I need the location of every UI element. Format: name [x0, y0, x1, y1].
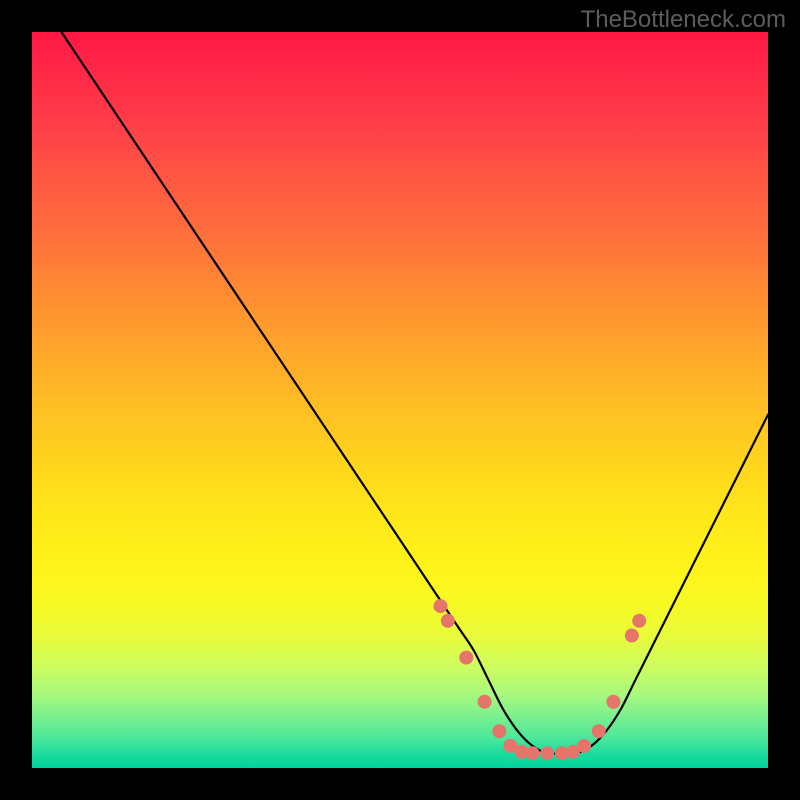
threshold-point [478, 695, 492, 709]
threshold-markers [433, 599, 646, 760]
threshold-point [625, 629, 639, 643]
threshold-point [540, 746, 554, 760]
threshold-point [577, 739, 591, 753]
threshold-point [492, 724, 506, 738]
plot-area [32, 32, 768, 768]
threshold-point [441, 614, 455, 628]
threshold-point [459, 651, 473, 665]
threshold-point [525, 746, 539, 760]
curve-layer [32, 32, 768, 768]
threshold-point [433, 599, 447, 613]
threshold-point [592, 724, 606, 738]
watermark-text: TheBottleneck.com [581, 6, 786, 34]
threshold-point [606, 695, 620, 709]
chart-frame: TheBottleneck.com [0, 0, 800, 800]
bottleneck-curve [61, 32, 768, 754]
threshold-point [632, 614, 646, 628]
